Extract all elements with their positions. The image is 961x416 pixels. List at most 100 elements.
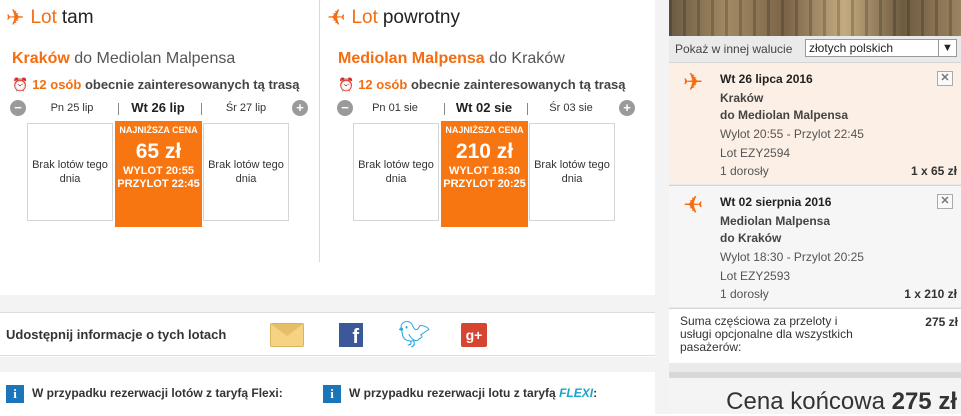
outbound-route-to: Mediolan Malpensa — [96, 50, 236, 67]
outbound-title-prefix: Lot — [30, 7, 57, 28]
date-separator — [201, 103, 202, 115]
outbound-title-main: tam — [61, 7, 94, 28]
summary-segment-return: ✈ Wt 02 sierpnia 2016 Mediolan Malpensa … — [669, 185, 961, 307]
remove-segment-close-icon[interactable]: ✕ — [937, 194, 953, 209]
outbound-arrival: PRZYLOT 22:45 — [117, 178, 200, 190]
segment-to: do Mediolan Malpensa — [720, 108, 849, 122]
facebook-icon[interactable]: f — [339, 323, 363, 348]
share-bar: Udostępnij informacje o tych lotach f 🐦︎… — [0, 312, 655, 356]
outbound-prev-date-button[interactable]: − — [10, 100, 26, 116]
return-route-connector: do — [489, 50, 507, 67]
segment-from: Kraków — [720, 91, 764, 105]
return-title: ✈ Lot powrotny — [327, 5, 460, 30]
info-icon: i — [323, 385, 341, 403]
summary-segment-outbound: ✈ Wt 26 lipca 2016 Kraków do Mediolan Ma… — [669, 62, 961, 184]
segment-date: Wt 02 sierpnia 2016 — [720, 195, 832, 209]
date-separator — [118, 103, 119, 115]
currency-label: Pokaż w innej walucie — [675, 42, 793, 56]
return-date-next[interactable]: Śr 03 sie — [533, 102, 609, 114]
return-route-from: Mediolan Malpensa — [338, 50, 485, 67]
outbound-departure: WYLOT 20:55 — [123, 165, 194, 177]
lowest-price-label: NAJNIŻSZA CENA — [119, 125, 198, 135]
info-flexi-right: i W przypadku rezerwacji lotu z taryfą FL… — [323, 385, 597, 403]
segment-passengers: 1 dorosły — [720, 287, 769, 301]
outbound-interest-text: obecnie zainteresowanych tą trasą — [84, 77, 300, 92]
return-title-prefix: Lot — [351, 7, 378, 28]
final-price-label: Cena końcowa — [726, 388, 885, 415]
return-title-main: powrotny — [382, 7, 460, 28]
outbound-date-next[interactable]: Śr 27 lip — [208, 102, 284, 114]
segment-flight-number: Lot EZY2593 — [720, 269, 791, 283]
return-next-date-button[interactable]: + — [619, 100, 635, 116]
date-separator — [444, 103, 445, 115]
subtotal-label: Suma częściowa za przeloty i usługi opcj… — [680, 314, 853, 354]
chevron-down-icon: ▼ — [938, 40, 956, 56]
final-price-row: Cena końcowa 275 zł — [669, 372, 961, 416]
info-left-text: W przypadku rezerwacji lotów z taryfą Fl… — [32, 386, 283, 401]
segment-price: 1 x 210 zł — [904, 287, 957, 301]
return-day-next[interactable]: Brak lotów tego dnia — [529, 123, 615, 221]
return-day-prev[interactable]: Brak lotów tego dnia — [353, 123, 439, 221]
outbound-route-connector: do — [74, 50, 93, 67]
google-plus-icon[interactable]: g+ — [461, 323, 487, 347]
outbound-price: 65 zł — [135, 140, 182, 163]
outbound-next-date-button[interactable]: + — [292, 100, 308, 116]
outbound-column: ✈ Lot tam Kraków do Mediolan Malpensa ⏰ 1… — [0, 0, 320, 262]
outbound-day-prev[interactable]: Brak lotów tego dnia — [27, 123, 113, 221]
share-label: Udostępnij informacje o tych lotach — [6, 327, 227, 342]
return-prev-date-button[interactable]: − — [337, 100, 353, 116]
date-separator — [527, 103, 528, 115]
destination-banner-image — [669, 0, 961, 36]
subtotal-row: Suma częściowa za przeloty i usługi opcj… — [669, 308, 961, 363]
plane-icon: ✈ — [6, 5, 25, 30]
return-date-prev[interactable]: Pn 01 sie — [357, 102, 433, 114]
outbound-date-prev[interactable]: Pn 25 lip — [34, 102, 110, 114]
return-interest-text: obecnie zainteresowanych tą trasą — [410, 77, 626, 92]
segment-date: Wt 26 lipca 2016 — [720, 72, 813, 86]
currency-select[interactable]: złotych polskich ▼ — [805, 39, 957, 57]
final-price: Cena końcowa 275 zł — [726, 388, 957, 416]
return-departure: WYLOT 18:30 — [449, 165, 520, 177]
section-gap — [0, 295, 655, 312]
final-price-value: 275 zł — [891, 388, 957, 415]
segment-passengers: 1 dorosły — [720, 164, 769, 178]
segment-flight-number: Lot EZY2594 — [720, 146, 791, 160]
segment-times: Wylot 20:55 - Przylot 22:45 — [720, 127, 864, 141]
segment-to: do Kraków — [720, 231, 782, 245]
return-route-to: Kraków — [511, 50, 565, 67]
plane-icon: ✈ — [327, 5, 346, 30]
return-date-bar: − Pn 01 sie Wt 02 sie Śr 03 sie + — [337, 100, 635, 118]
info-right-prefix: W przypadku rezerwacji lotu z taryfą — [349, 386, 556, 401]
flight-selection-panel: ✈ Lot tam Kraków do Mediolan Malpensa ⏰ 1… — [0, 0, 655, 414]
info-right-flexi: FLEXI — [559, 386, 594, 401]
outbound-day-next[interactable]: Brak lotów tego dnia — [203, 123, 289, 221]
subtotal-value: 275 zł — [925, 315, 958, 329]
alarm-clock-icon: ⏰ — [338, 77, 355, 92]
return-price: 210 zł — [455, 140, 514, 163]
outbound-day-selected[interactable]: NAJNIŻSZA CENA 65 zł WYLOT 20:55 PRZYLOT… — [115, 121, 202, 227]
outbound-interest: ⏰ 12 osób obecnie zainteresowanych tą tra… — [12, 77, 300, 93]
outbound-title: ✈ Lot tam — [6, 6, 94, 30]
booking-summary-sidebar: Pokaż w innej walucie złotych polskich ▼… — [669, 0, 961, 416]
outbound-date-selected[interactable]: Wt 26 lip — [120, 100, 196, 115]
info-icon: i — [6, 385, 24, 403]
return-interest: ⏰ 12 osób obecnie zainteresowanych tą tra… — [338, 77, 626, 93]
remove-segment-close-icon[interactable]: ✕ — [937, 71, 953, 86]
return-interest-count: 12 osób — [358, 77, 408, 92]
alarm-clock-icon: ⏰ — [12, 77, 29, 92]
section-gap — [0, 357, 655, 372]
outbound-interest-count: 12 osób — [32, 77, 82, 92]
return-column: ✈ Lot powrotny Mediolan Malpensa do Krak… — [321, 0, 654, 262]
return-day-selected[interactable]: NAJNIŻSZA CENA 210 zł WYLOT 18:30 PRZYLO… — [441, 121, 528, 227]
currency-value: złotych polskich — [809, 41, 894, 55]
twitter-icon[interactable]: 🐦︎ — [398, 319, 431, 349]
email-icon[interactable] — [270, 323, 304, 347]
outbound-route-from: Kraków — [12, 50, 70, 67]
outbound-route: Kraków do Mediolan Malpensa — [12, 50, 235, 68]
return-date-selected[interactable]: Wt 02 sie — [446, 100, 522, 115]
info-right-suffix: : — [593, 386, 598, 401]
column-gap — [655, 0, 669, 414]
segment-price: 1 x 65 zł — [910, 164, 957, 178]
outbound-date-bar: − Pn 25 lip Wt 26 lip Śr 27 lip + — [10, 100, 308, 118]
plane-icon: ✈ — [683, 69, 704, 96]
